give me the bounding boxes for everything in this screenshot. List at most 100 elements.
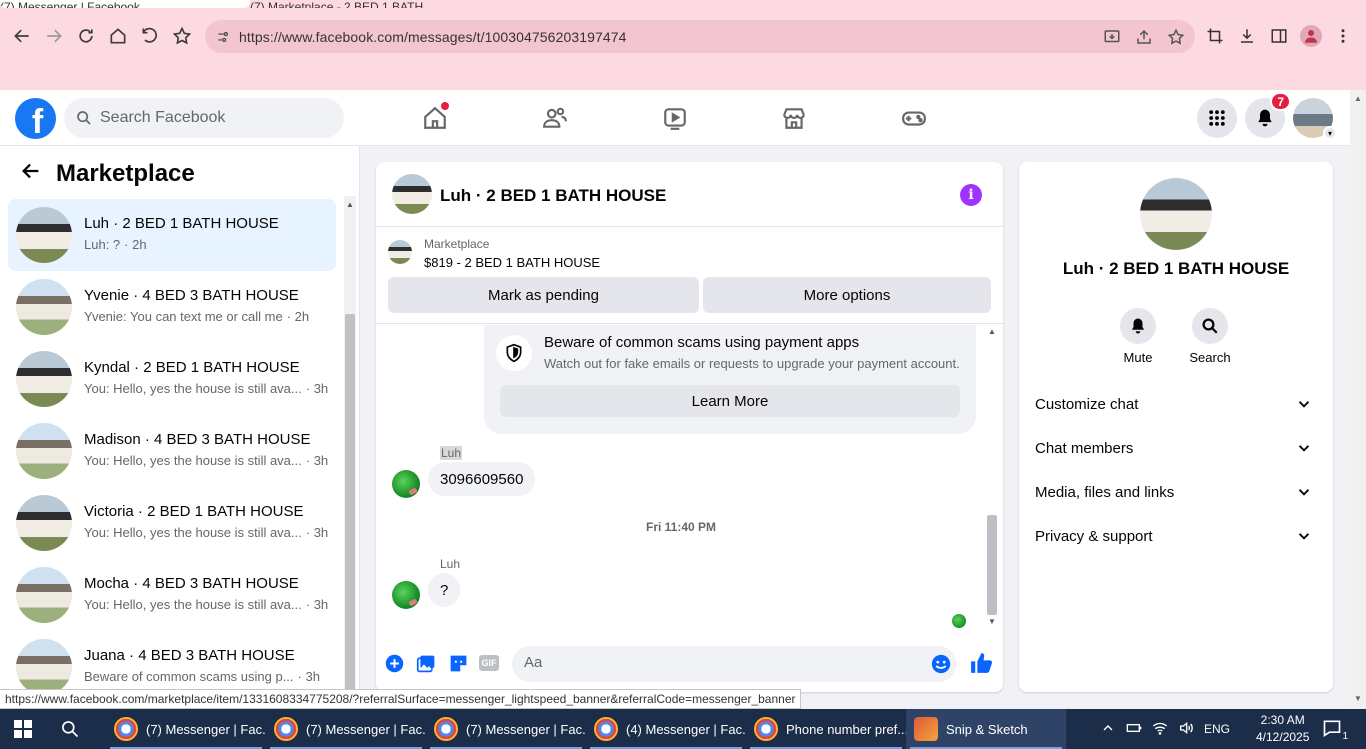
message-input-container[interactable]: [512, 646, 956, 682]
language-indicator[interactable]: ENG: [1204, 722, 1230, 736]
nav-marketplace[interactable]: [774, 102, 814, 134]
search-input[interactable]: [100, 109, 320, 127]
address-bar[interactable]: https://www.facebook.com/messages/t/1003…: [205, 20, 1195, 53]
more-options-button[interactable]: More options: [703, 277, 991, 313]
sender-avatar[interactable]: [392, 581, 420, 609]
conversation-thumbnail: [16, 279, 72, 335]
battery-icon[interactable]: [1126, 720, 1142, 739]
undo-button[interactable]: [136, 22, 164, 50]
message-bubble[interactable]: 3096609560: [428, 462, 536, 496]
search-icon[interactable]: [1192, 308, 1228, 344]
scroll-down-icon[interactable]: ▼: [988, 617, 996, 626]
listing-avatar[interactable]: [1140, 178, 1212, 250]
forward-button[interactable]: [40, 22, 68, 50]
media-files-links-section[interactable]: Media, files and links: [1027, 472, 1325, 512]
crop-icon[interactable]: [1204, 25, 1226, 47]
customize-chat-section[interactable]: Customize chat: [1027, 384, 1325, 424]
download-icon[interactable]: [1236, 25, 1258, 47]
bookmark-button[interactable]: [168, 22, 196, 50]
bookmark-star-icon[interactable]: [1165, 26, 1187, 48]
profile-icon[interactable]: [1300, 25, 1322, 47]
nav-gaming[interactable]: [894, 102, 934, 134]
conversation-item[interactable]: Luh · 2 BED 1 BATH HOUSE Luh: ? · 2h: [8, 199, 336, 271]
chevron-up-icon[interactable]: [1100, 720, 1116, 739]
search-action[interactable]: Search: [1180, 308, 1240, 365]
search-label: Search: [1189, 350, 1231, 365]
menu-button[interactable]: [1197, 98, 1237, 138]
learn-more-button[interactable]: Learn More: [500, 385, 960, 417]
back-button[interactable]: [8, 22, 36, 50]
photo-icon[interactable]: [415, 652, 437, 674]
taskbar-item[interactable]: (4) Messenger | Fac...: [586, 709, 746, 749]
bell-icon[interactable]: [1120, 308, 1156, 344]
gif-icon[interactable]: GIF: [479, 655, 499, 671]
scroll-up-icon[interactable]: ▲: [988, 327, 996, 336]
privacy-support-section[interactable]: Privacy & support: [1027, 516, 1325, 556]
info-icon[interactable]: i: [960, 184, 982, 206]
listing-thumbnail[interactable]: [388, 240, 412, 264]
arrow-right-icon: [47, 29, 62, 43]
install-icon[interactable]: [1101, 26, 1123, 48]
volume-icon[interactable]: [1178, 720, 1194, 739]
sidebar-scrollbar[interactable]: ▲: [344, 196, 356, 709]
browser-tab-marketplace[interactable]: (7) Marketplace - 2 BED 1 BATH: [250, 0, 490, 8]
scrollbar-thumb[interactable]: [345, 314, 355, 709]
clock[interactable]: 2:30 AM 4/12/2025: [1256, 712, 1309, 746]
facebook-search[interactable]: [64, 98, 344, 138]
thumbs-up-icon[interactable]: [968, 650, 994, 676]
conversation-preview: You: Hello, yes the house is still ava..…: [84, 597, 328, 612]
message-input[interactable]: [524, 654, 904, 671]
action-center-icon[interactable]: 1: [1322, 718, 1348, 742]
side-panel-icon[interactable]: [1268, 25, 1290, 47]
listing-price[interactable]: $819 - 2 BED 1 BATH HOUSE: [424, 255, 600, 270]
windows-start-icon[interactable]: [14, 720, 32, 738]
message-bubble[interactable]: ?: [428, 573, 461, 607]
conversation-title: Luh · 2 BED 1 BATH HOUSE: [84, 215, 279, 232]
conversation-preview: Yvenie: You can text me or call me · 2h: [84, 309, 309, 324]
site-info-icon[interactable]: [215, 29, 231, 45]
home-button[interactable]: [104, 22, 132, 50]
page-scrollbar[interactable]: ▲ ▼: [1350, 90, 1366, 709]
chat-title[interactable]: Luh · 2 BED 1 BATH HOUSE: [440, 186, 666, 206]
nav-home[interactable]: [415, 102, 455, 134]
notifications-button[interactable]: 7: [1245, 92, 1291, 138]
nav-video[interactable]: [655, 102, 695, 134]
chat-members-section[interactable]: Chat members: [1027, 428, 1325, 468]
sender-avatar[interactable]: [392, 470, 420, 498]
search-icon[interactable]: [60, 719, 82, 741]
scroll-up-icon[interactable]: ▲: [346, 200, 354, 209]
conversation-item[interactable]: Victoria · 2 BED 1 BATH HOUSE You: Hello,…: [8, 487, 336, 559]
taskbar-item[interactable]: Snip & Sketch: [906, 709, 1066, 749]
windows-taskbar: (7) Messenger | Fac... (7) Messenger | Fa…: [0, 709, 1366, 749]
taskbar-item[interactable]: Phone number pref...: [746, 709, 906, 749]
chrome-icon: [114, 717, 138, 741]
preview-text: Luh: ?: [84, 237, 121, 252]
reload-button[interactable]: [72, 22, 100, 50]
conversation-item[interactable]: Yvenie · 4 BED 3 BATH HOUSE Yvenie: You c…: [8, 271, 336, 343]
chat-scrollbar[interactable]: ▲ ▼: [986, 325, 998, 631]
conversation-item[interactable]: Madison · 4 BED 3 BATH HOUSE You: Hello, …: [8, 415, 336, 487]
preview-text: You: Hello, yes the house is still ava..…: [84, 453, 302, 468]
nav-friends[interactable]: [535, 102, 575, 134]
browser-tab-messenger[interactable]: (7) Messenger | Facebook: [0, 0, 250, 8]
wifi-icon[interactable]: [1152, 720, 1168, 739]
scrollbar-thumb[interactable]: [987, 515, 997, 615]
taskbar-item[interactable]: (7) Messenger | Fac...: [426, 709, 586, 749]
more-menu-icon[interactable]: [1332, 25, 1354, 47]
emoji-icon[interactable]: [930, 653, 952, 675]
facebook-logo-icon[interactable]: f: [15, 98, 56, 139]
back-arrow-icon[interactable]: [20, 160, 44, 184]
taskbar-item[interactable]: (7) Messenger | Fac...: [266, 709, 426, 749]
mark-as-pending-button[interactable]: Mark as pending: [388, 277, 699, 313]
conversation-item[interactable]: Kyndal · 2 BED 1 BATH HOUSE You: Hello, y…: [8, 343, 336, 415]
plus-circle-icon[interactable]: [383, 652, 405, 674]
conversation-item[interactable]: Mocha · 4 BED 3 BATH HOUSE You: Hello, ye…: [8, 559, 336, 631]
sticker-icon[interactable]: [447, 652, 469, 674]
taskbar-item[interactable]: (7) Messenger | Fac...: [106, 709, 266, 749]
account-avatar[interactable]: ▾: [1293, 98, 1337, 140]
scroll-up-icon[interactable]: ▲: [1354, 94, 1362, 103]
mute-action[interactable]: Mute: [1108, 308, 1168, 365]
share-icon[interactable]: [1133, 26, 1155, 48]
chat-avatar[interactable]: [392, 174, 432, 214]
scroll-down-icon[interactable]: ▼: [1354, 694, 1362, 703]
